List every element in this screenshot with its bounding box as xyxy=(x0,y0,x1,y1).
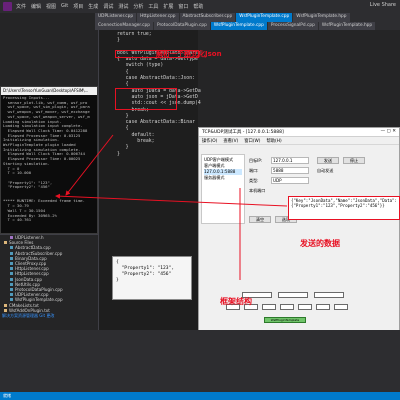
sent-data-textbox[interactable]: {"Key":"JsonData","Name":"JsonData","Dat… xyxy=(288,196,400,220)
type-label: 类型: xyxy=(249,178,259,183)
editor-tab-row: UDPListener.cpp HttpListener.cpp Abstrac… xyxy=(95,13,400,22)
diagram-node xyxy=(314,292,344,298)
status-bar: 就绪 xyxy=(0,392,400,400)
tool-title-bar: TCP&UDP测试工具 - [127.0.0.1:5888] — ▢ ✕ xyxy=(199,128,399,137)
framework-annotation: 框架结构 xyxy=(220,297,252,306)
menu-edit[interactable]: 编辑 xyxy=(31,3,41,10)
diagram-node xyxy=(278,292,308,298)
folder-icon xyxy=(4,241,7,245)
plugin-template-node: WsfPluginTemplate xyxy=(264,317,306,323)
menu-project[interactable]: 项目 xyxy=(73,3,83,10)
file-icon xyxy=(10,246,13,250)
target-ip-label: 目标IP: xyxy=(249,158,263,163)
menu-help[interactable]: 帮助 xyxy=(193,3,203,10)
vs-menubar: 文件 编辑 视图 Git 项目 生成 调试 测试 分析 工具 扩展 窗口 帮助 xyxy=(16,3,203,10)
visual-studio-logo-icon xyxy=(3,2,12,11)
console-output: Processing Inputs... sensor_plot.lib, ws… xyxy=(1,95,97,234)
stop-button[interactable]: 停止 xyxy=(343,157,365,164)
tree-item-server-mode[interactable]: 服务器模式 xyxy=(204,175,242,181)
json-case-highlight xyxy=(115,88,177,110)
file-icon xyxy=(10,293,13,297)
tool-menu-window[interactable]: 窗口(W) xyxy=(244,138,260,144)
menu-git[interactable]: Git xyxy=(61,3,68,10)
menu-build[interactable]: 生成 xyxy=(88,3,98,10)
tab-wsfplugintemplate-cpp[interactable]: WsfPluginTemplate.cpp xyxy=(236,13,293,22)
file-icon xyxy=(10,298,13,302)
connection-tree: UDP客户端模式 客户端模式 127.0.0.1:5888 服务器模式 xyxy=(201,154,245,224)
sent-data-annotation: 发送的数据 xyxy=(300,239,340,248)
live-share-button[interactable]: Live Share xyxy=(370,2,396,8)
file-icon xyxy=(10,267,13,271)
file-icon xyxy=(10,256,13,260)
file-icon xyxy=(10,262,13,266)
tool-menu-help[interactable]: 帮助(H) xyxy=(266,138,281,144)
port-field[interactable]: 5888 xyxy=(271,167,309,174)
file-icon xyxy=(10,277,13,281)
code-line: } xyxy=(117,151,120,157)
vs-titlebar: 文件 编辑 视图 Git 项目 生成 调试 测试 分析 工具 扩展 窗口 帮助 … xyxy=(0,0,400,13)
tool-menubar: 操作(O) 查看(V) 窗口(W) 帮助(H) xyxy=(199,137,399,145)
diagram-node xyxy=(280,304,294,310)
parse-json-annotation: 解析一个格式化Json xyxy=(156,50,222,58)
vs-bottom-area: 就绪 xyxy=(0,330,400,400)
code-line: case AbstractData::Json: xyxy=(117,76,195,82)
tool-menu-operate[interactable]: 操作(O) xyxy=(202,138,217,144)
solution-explorer: UDPListener.h Source Files AbstractData.cp… xyxy=(0,234,98,330)
editor-tab-row-2: ConnectionManager.cpp ProtocolDataPlugin… xyxy=(95,22,400,30)
json-line: } xyxy=(116,278,119,283)
diagram-node xyxy=(316,304,330,310)
local-port-label: 本机端口 xyxy=(249,188,266,193)
menu-tools[interactable]: 工具 xyxy=(148,3,158,10)
tab-protocoldataplugin[interactable]: ProtocolDataPlugin.cpp xyxy=(153,22,210,30)
file-icon xyxy=(10,287,13,291)
tab-abstractsubscriber[interactable]: AbstractSubscriber.cpp xyxy=(179,13,236,22)
target-ip-field[interactable]: 127.0.0.1 xyxy=(271,157,309,164)
code-line: case AbstractData::Binar xyxy=(117,120,195,126)
console-line: T = 40.761 xyxy=(3,217,32,223)
tool-title: TCP&UDP测试工具 - [127.0.0.1:5888] xyxy=(202,130,284,135)
folder-icon xyxy=(4,303,7,307)
tab-processsignalpd[interactable]: ProcessSignalPd.cpp xyxy=(267,22,318,30)
solution-explorer-tabs[interactable]: 解决方案资源管理器 Git 更改 xyxy=(0,313,98,319)
folder-icon xyxy=(4,308,7,312)
file-icon xyxy=(10,272,13,276)
menu-debug[interactable]: 调试 xyxy=(103,3,113,10)
tab-wsfplugintemplate-cpp-2[interactable]: WsfPluginTemplate.cpp xyxy=(210,22,267,30)
file-icon xyxy=(10,236,13,240)
clear-button[interactable]: 清空 xyxy=(249,216,271,223)
console-window[interactable]: D:\Users\TensorYunGuan\Desktop\AFSIM\...… xyxy=(0,86,98,234)
json-output-popup: { "Property1": "123", "Property2": "456"… xyxy=(112,256,192,300)
diagram-node xyxy=(298,304,312,310)
menu-view[interactable]: 视图 xyxy=(46,3,56,10)
desktop: 文件 编辑 视图 Git 项目 生成 调试 测试 分析 工具 扩展 窗口 帮助 … xyxy=(0,0,400,400)
type-select[interactable]: UDP xyxy=(271,177,309,184)
menu-file[interactable]: 文件 xyxy=(16,3,26,10)
console-title: D:\Users\TensorYunGuan\Desktop\AFSIM\... xyxy=(1,87,97,95)
tab-wsfplugintemplate-hpp-2[interactable]: WsfPluginTemplate.hpp xyxy=(318,22,376,30)
menu-extensions[interactable]: 扩展 xyxy=(163,3,173,10)
tab-wsfplugintemplate-hpp[interactable]: WsfPluginTemplate.hpp xyxy=(293,13,350,22)
tool-menu-view[interactable]: 查看(V) xyxy=(223,138,238,144)
send-button[interactable]: 发送 xyxy=(317,157,339,164)
auto-send-checkbox[interactable]: 自动发送 xyxy=(317,168,333,174)
port-label: 端口: xyxy=(249,168,259,173)
diagram-node xyxy=(334,304,348,310)
tab-httplistener[interactable]: HttpListener.cpp xyxy=(137,13,179,22)
menu-window[interactable]: 窗口 xyxy=(178,3,188,10)
file-icon xyxy=(10,251,13,255)
connection-form: 目标IP: 127.0.0.1 端口: 5888 类型: UDP 本机端口 发送… xyxy=(247,146,399,234)
solution-item-label: WsfAddOnPlugin.txt xyxy=(9,307,50,313)
file-icon xyxy=(10,282,13,286)
diagram-node xyxy=(262,304,276,310)
window-controls-icon[interactable]: — ▢ ✕ xyxy=(381,129,396,135)
tab-udplistener[interactable]: UDPListener.cpp xyxy=(95,13,137,22)
tab-connectionmanager[interactable]: ConnectionManager.cpp xyxy=(95,22,153,30)
menu-test[interactable]: 测试 xyxy=(118,3,128,10)
menu-analyze[interactable]: 分析 xyxy=(133,3,143,10)
